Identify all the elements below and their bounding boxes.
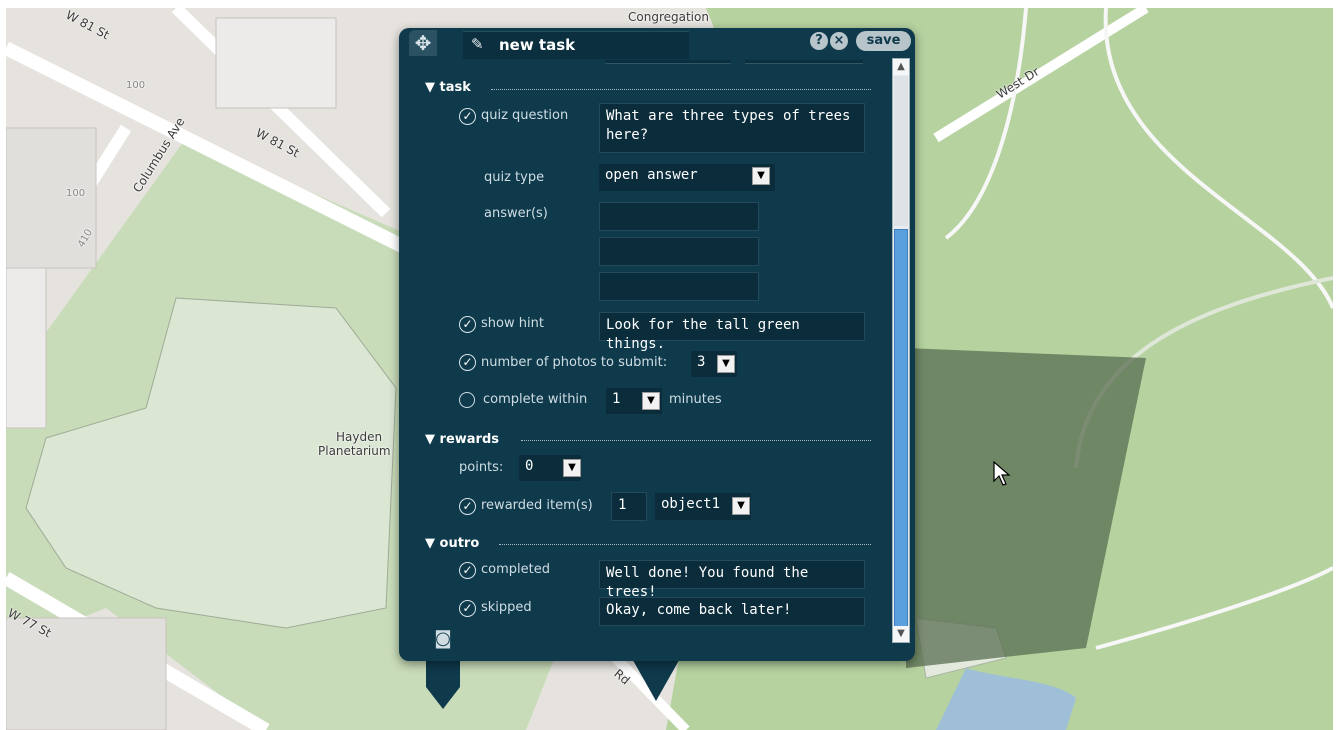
show-hint-checkbox[interactable]: ✓ — [459, 316, 476, 333]
skipped-checkbox[interactable]: ✓ — [459, 600, 476, 617]
quiz-type-label: quiz type — [484, 170, 545, 185]
completed-input[interactable]: Well done! You found the trees! — [599, 560, 865, 600]
photos-checkbox[interactable]: ✓ — [459, 354, 476, 371]
close-icon[interactable]: × — [830, 32, 848, 50]
divider — [491, 89, 871, 90]
save-button[interactable]: save — [856, 31, 911, 51]
camera-marker-tail — [426, 655, 460, 709]
complete-within-value: 1 — [612, 391, 621, 407]
show-hint-label: show hint — [481, 316, 544, 331]
points-label: points: — [459, 460, 504, 475]
chevron-down-icon[interactable]: ▼ — [752, 167, 770, 185]
quiz-question-input[interactable]: What are three types of trees here? — [599, 103, 865, 153]
rewarded-items-count[interactable]: 1 — [611, 492, 647, 521]
rewarded-item-value: object1 — [661, 496, 721, 512]
quiz-type-value: open answer — [605, 167, 698, 183]
scroll-track[interactable] — [894, 76, 908, 226]
scroll-down-icon[interactable]: ▼ — [893, 626, 909, 642]
building-number: 100 — [66, 188, 86, 199]
section-outro-heading[interactable]: ▼ outro — [425, 536, 479, 551]
quiz-question-checkbox[interactable]: ✓ — [459, 108, 476, 125]
answer-input-1[interactable] — [599, 202, 759, 231]
task-title[interactable]: new task — [499, 36, 575, 54]
answer-input-2[interactable] — [599, 237, 759, 266]
building-number: 100 — [126, 80, 146, 91]
section-outro-label: outro — [439, 536, 480, 551]
rewarded-items-label: rewarded item(s) — [481, 498, 593, 513]
answer-input-3[interactable] — [599, 272, 759, 301]
divider — [521, 440, 871, 441]
chevron-down-icon[interactable]: ▼ — [732, 497, 750, 515]
section-task-label: task — [439, 80, 471, 95]
rewarded-items-checkbox[interactable]: ✓ — [459, 498, 476, 515]
minutes-label: minutes — [669, 392, 722, 407]
place-label-congregation: Congregation — [628, 10, 709, 24]
pencil-icon: ✎ — [471, 35, 484, 53]
task-editor-panel: ✥ ✎ new task ? × save ▼ task ✓ quiz ques… — [399, 28, 915, 661]
move-icon[interactable]: ✥ — [409, 30, 437, 56]
popup-pointer-tail — [630, 655, 682, 701]
help-icon[interactable]: ? — [810, 32, 828, 50]
panel-scrollbar[interactable]: ▲ ▼ — [892, 58, 910, 643]
answers-label: answer(s) — [484, 206, 548, 221]
place-label-hayden: Hayden — [336, 430, 383, 444]
place-label-planetarium: Planetarium — [318, 444, 391, 458]
scroll-up-icon[interactable]: ▲ — [893, 59, 909, 75]
camera-icon[interactable]: ◙ — [426, 622, 460, 658]
completed-checkbox[interactable]: ✓ — [459, 562, 476, 579]
section-task-heading[interactable]: ▼ task — [425, 80, 471, 95]
panel-header: ✥ ✎ new task ? × save — [399, 28, 915, 60]
photos-value: 3 — [697, 354, 706, 370]
quiz-question-label: quiz question — [481, 108, 569, 123]
photos-label: number of photos to submit: — [481, 355, 668, 370]
section-rewards-heading[interactable]: ▼ rewards — [425, 432, 499, 447]
chevron-down-icon[interactable]: ▼ — [642, 392, 660, 410]
skipped-label: skipped — [481, 600, 532, 615]
skipped-input[interactable]: Okay, come back later! — [599, 597, 865, 626]
complete-within-label: complete within — [483, 392, 588, 407]
complete-within-radio[interactable] — [459, 392, 475, 408]
points-value: 0 — [525, 458, 534, 474]
show-hint-input[interactable]: Look for the tall green things. — [599, 312, 865, 352]
quiz-type-select[interactable]: open answer — [599, 164, 775, 191]
section-rewards-label: rewards — [439, 432, 499, 447]
header-tab-stub — [745, 60, 863, 64]
completed-label: completed — [481, 562, 550, 577]
chevron-down-icon[interactable]: ▼ — [563, 459, 581, 477]
divider — [499, 544, 871, 545]
title-field[interactable] — [463, 31, 689, 59]
header-tab-stub — [605, 60, 731, 64]
mouse-cursor-icon — [993, 461, 1011, 486]
scroll-thumb[interactable] — [894, 229, 908, 627]
chevron-down-icon[interactable]: ▼ — [717, 355, 735, 373]
